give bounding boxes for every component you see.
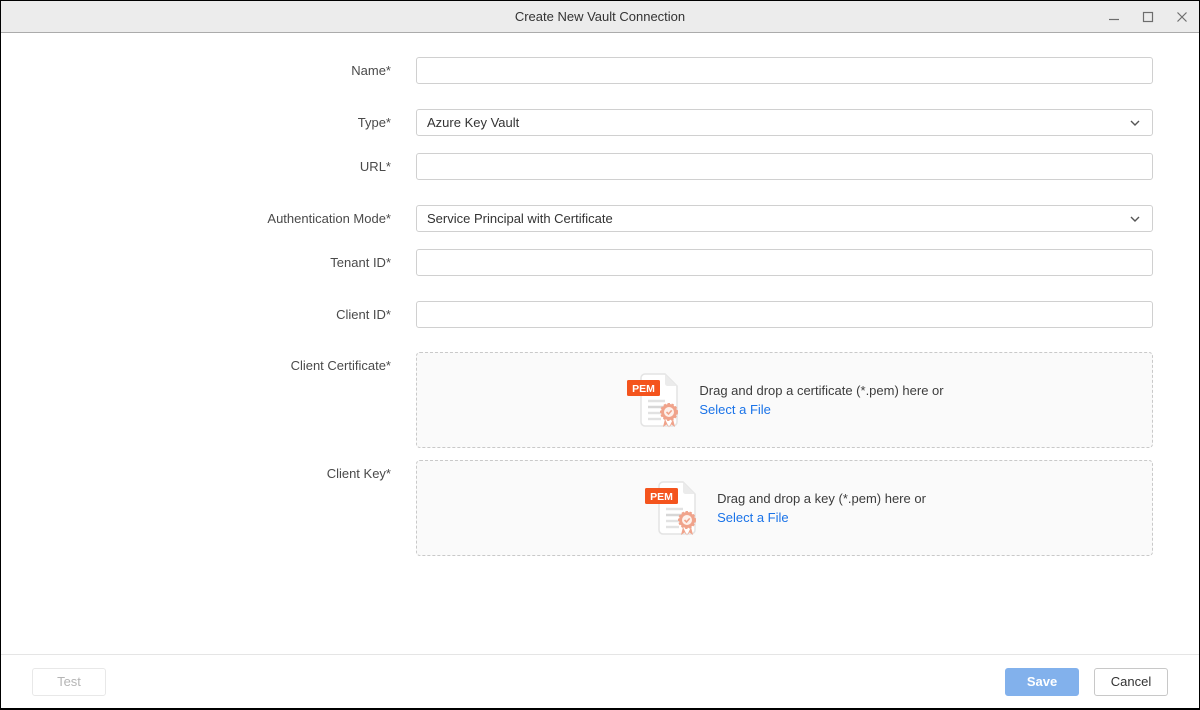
certificate-dropzone[interactable]: PEM Drag and drop a certificate (*.pem) …: [416, 352, 1153, 448]
form-row-client-certificate: Client Certificate*: [1, 352, 1199, 448]
key-dropzone[interactable]: PEM Drag and drop a key (*.pem) here or …: [416, 460, 1153, 556]
type-label: Type*: [1, 109, 391, 136]
tenant-id-input[interactable]: [416, 249, 1153, 276]
chevron-down-icon: [1130, 120, 1140, 126]
type-selected-value: Azure Key Vault: [427, 115, 1130, 130]
test-button[interactable]: Test: [32, 668, 106, 696]
svg-text:PEM: PEM: [650, 491, 673, 503]
form-row-name: Name*: [1, 57, 1199, 84]
titlebar: Create New Vault Connection: [1, 1, 1199, 33]
client-id-label: Client ID*: [1, 301, 391, 328]
key-drop-instruction: Drag and drop a key (*.pem) here or: [717, 489, 926, 508]
url-label: URL*: [1, 153, 391, 180]
form-row-tenant-id: Tenant ID*: [1, 249, 1199, 276]
close-icon: [1176, 11, 1188, 23]
window-controls: [1097, 1, 1199, 32]
svg-text:PEM: PEM: [632, 383, 655, 395]
cancel-button[interactable]: Cancel: [1094, 668, 1168, 696]
client-key-label: Client Key*: [1, 460, 391, 487]
create-vault-connection-dialog: Create New Vault Connection Name*: [0, 0, 1200, 710]
auth-mode-label: Authentication Mode*: [1, 205, 391, 232]
client-certificate-label: Client Certificate*: [1, 352, 391, 379]
form-area: Name* Type* Azure Key Vault URL*: [1, 33, 1199, 654]
pem-file-icon: PEM: [625, 371, 683, 429]
key-select-file-link[interactable]: Select a File: [717, 508, 926, 527]
save-button[interactable]: Save: [1005, 668, 1079, 696]
maximize-button[interactable]: [1131, 1, 1165, 32]
minimize-icon: [1108, 11, 1120, 23]
maximize-icon: [1142, 11, 1154, 23]
tenant-id-label: Tenant ID*: [1, 249, 391, 276]
certificate-drop-instruction: Drag and drop a certificate (*.pem) here…: [699, 381, 943, 400]
certificate-select-file-link[interactable]: Select a File: [699, 400, 943, 419]
auth-mode-selected-value: Service Principal with Certificate: [427, 211, 1130, 226]
dialog-title: Create New Vault Connection: [515, 9, 685, 24]
name-label: Name*: [1, 57, 391, 84]
type-select[interactable]: Azure Key Vault: [416, 109, 1153, 136]
form-row-client-id: Client ID*: [1, 301, 1199, 328]
url-input[interactable]: [416, 153, 1153, 180]
form-row-url: URL*: [1, 153, 1199, 180]
minimize-button[interactable]: [1097, 1, 1131, 32]
form-row-client-key: Client Key*: [1, 460, 1199, 556]
form-row-type: Type* Azure Key Vault: [1, 109, 1199, 136]
auth-mode-select[interactable]: Service Principal with Certificate: [416, 205, 1153, 232]
name-input[interactable]: [416, 57, 1153, 84]
form-row-auth-mode: Authentication Mode* Service Principal w…: [1, 205, 1199, 232]
client-id-input[interactable]: [416, 301, 1153, 328]
chevron-down-icon: [1130, 216, 1140, 222]
dialog-footer: Test Save Cancel: [1, 654, 1199, 708]
close-button[interactable]: [1165, 1, 1199, 32]
pem-file-icon: PEM: [643, 479, 701, 537]
